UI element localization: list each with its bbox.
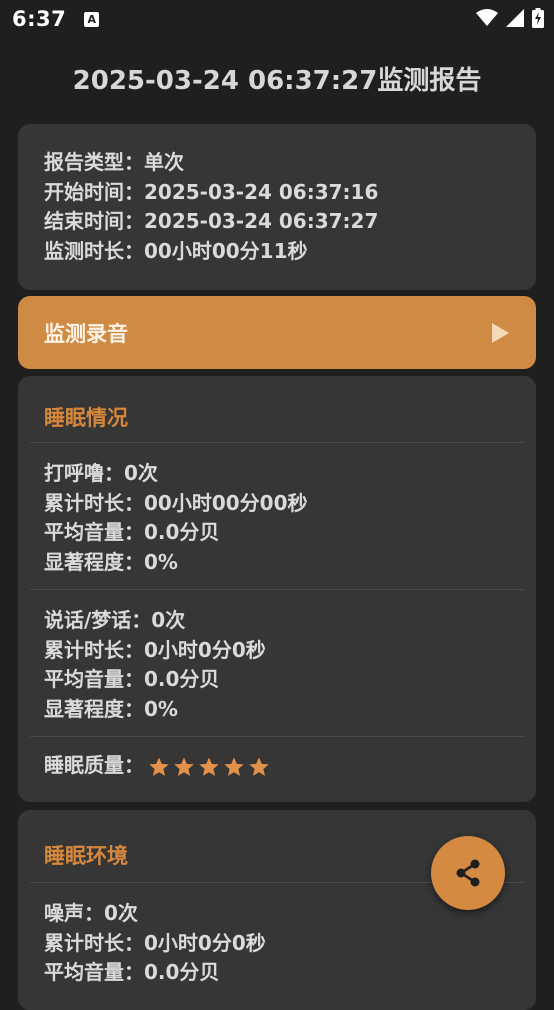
talk-block: 说话/梦话：0次 累计时长：0小时0分0秒 平均音量：0.0分贝 显著程度：0% [18,590,536,736]
recording-label: 监测录音 [44,321,128,346]
sleep-situation-title: 睡眠情况 [44,406,128,430]
status-bar: 6:37 A [0,0,554,38]
snore-volume: 平均音量：0.0分贝 [44,520,220,544]
star-icon [149,756,169,776]
talk-significance: 显著程度：0% [44,696,178,721]
sleep-quality-stars [148,756,270,778]
star-icon [249,756,269,776]
star-icon [199,756,219,776]
wifi-icon [476,9,498,26]
notification-icon: A [84,11,100,27]
status-time: 6:37 [12,7,67,31]
star-icon [224,756,244,776]
report-type-row: 报告类型：单次 [44,150,184,174]
page-title: 2025-03-24 06:37:27监测报告 [72,66,482,96]
talk-duration: 累计时长：0小时0分0秒 [44,637,266,662]
sleep-quality-label: 睡眠质量： [44,753,144,777]
signal-icon [506,9,524,27]
share-icon [456,859,480,887]
monitor-recording-button[interactable]: 监测录音 [18,296,536,369]
talk-volume: 平均音量：0.0分贝 [44,667,220,691]
noise-duration: 累计时长：0小时0分0秒 [44,930,266,955]
snore-count: 打呼噜：0次 [44,461,158,485]
sleep-quality-row: 睡眠质量： [18,737,536,781]
snore-block: 打呼噜：0次 累计时长：00小时00分00秒 平均音量：0.0分贝 显著程度：0… [18,443,536,589]
sleep-situation-card: 睡眠情况 打呼噜：0次 累计时长：00小时00分00秒 平均音量：0.0分贝 显… [18,376,536,802]
talk-count: 说话/梦话：0次 [44,608,186,632]
end-time-row: 结束时间：2025-03-24 06:37:27 [44,209,379,233]
status-icons [476,8,544,28]
star-icon [174,756,194,776]
duration-row: 监测时长：00小时00分11秒 [44,238,308,263]
battery-icon [532,8,544,28]
start-time-row: 开始时间：2025-03-24 06:37:16 [44,179,379,204]
play-icon[interactable] [490,322,510,344]
share-button[interactable] [431,836,505,910]
snore-significance: 显著程度：0% [44,549,178,574]
report-info-card: 报告类型：单次 开始时间：2025-03-24 06:37:16 结束时间：20… [18,124,536,290]
noise-volume: 平均音量：0.0分贝 [44,960,220,984]
snore-duration: 累计时长：00小时00分00秒 [44,490,308,515]
noise-count: 噪声：0次 [44,901,138,925]
